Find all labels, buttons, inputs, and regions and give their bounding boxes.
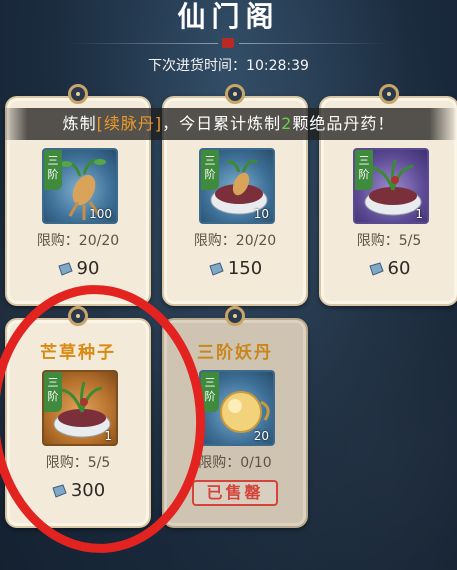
banner-count: 2 [281, 114, 293, 133]
price-value: 60 [387, 258, 411, 279]
divider-right [239, 43, 389, 44]
price-button[interactable]: 60 [321, 258, 457, 279]
banner-item: [续脉丹] [96, 114, 163, 133]
red-seal-icon [222, 38, 234, 48]
divider-left [68, 43, 218, 44]
banner-suffix: 颗绝品丹药！ [292, 114, 395, 133]
sold-out-badge: 已售罄 [192, 480, 278, 506]
item-icon-frame[interactable]: 三阶 20 [199, 370, 275, 446]
tier-badge: 三阶 [201, 150, 219, 190]
item-quantity: 100 [89, 207, 112, 221]
purchase-limit: 限购：20/20 [193, 233, 277, 249]
tier-badge: 三阶 [44, 150, 62, 190]
spirit-stone-icon [368, 262, 384, 276]
banner-prefix: 炼制 [62, 114, 97, 133]
refine-announcement-banner: 炼制[续脉丹]，今日累计炼制2颗绝品丹药！ [0, 108, 457, 140]
hanging-ring-icon [68, 84, 88, 104]
purchase-limit: 限购：20/20 [36, 233, 120, 249]
item-icon-frame[interactable]: 三阶 100 [42, 148, 118, 224]
item-quantity: 10 [253, 207, 269, 221]
restock-timer: 下次进货时间：10:28:39 [148, 58, 309, 74]
banner-middle: ，今日累计炼制 [162, 114, 282, 133]
item-icon-frame[interactable]: 三阶 1 [353, 148, 429, 224]
price-value: 90 [76, 258, 100, 279]
hanging-ring-icon [379, 84, 399, 104]
price-value: 150 [227, 258, 263, 279]
purchase-limit: 限购：5/5 [356, 233, 422, 249]
price-button[interactable]: 150 [164, 258, 306, 279]
item-quantity: 1 [415, 207, 423, 221]
page-title: 仙门阁 [177, 0, 280, 33]
tier-badge: 三阶 [355, 150, 373, 190]
price-button[interactable]: 90 [7, 258, 149, 279]
spirit-stone-icon [57, 262, 73, 276]
hanging-ring-icon [225, 306, 245, 326]
spirit-stone-icon [209, 262, 224, 276]
item-quantity: 20 [253, 429, 269, 443]
item-icon-frame[interactable]: 三阶 10 [199, 148, 275, 224]
hanging-ring-icon [225, 84, 245, 104]
